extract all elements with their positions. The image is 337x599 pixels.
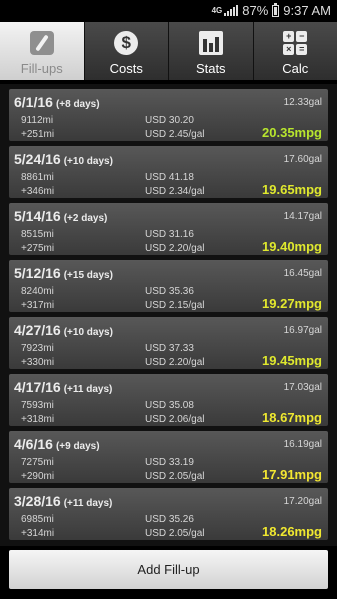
fillup-distance: +318mi [21,414,55,425]
tab-label: Stats [195,61,226,76]
tab-calc[interactable]: + − × = Calc [253,22,337,80]
fillup-odometer: 8240mi [21,286,54,297]
fillup-row[interactable]: 5/12/16 (+15 days) 16.45gal 8240mi +317mi… [9,260,328,312]
fillup-odometer: 6985mi [21,514,54,525]
fillup-odometer: 7275mi [21,457,54,468]
fillup-date: 5/12/16 [14,265,61,281]
battery-icon [272,2,280,17]
fillup-gallons: 17.20gal [283,496,322,507]
fillup-price-per-gallon: USD 2.05/gal [145,471,205,482]
fillup-odometer: 7593mi [21,400,54,411]
status-bar: 4G 87% 9:37 AM [0,0,337,22]
fillup-mpg: 19.65mpg [262,182,322,197]
fillup-cost: USD 30.20 [145,115,194,126]
fillup-date: 5/24/16 [14,151,61,167]
fillup-cost: USD 31.16 [145,229,194,240]
fillup-days-since: (+11 days) [63,498,113,509]
fillup-price-per-gallon: USD 2.34/gal [145,186,205,197]
fuel-pump-icon [29,31,54,55]
fillup-list[interactable]: 6/1/16 (+8 days) 12.33gal 9112mi +251mi U… [0,84,337,546]
fillup-days-since: (+10 days) [63,156,113,167]
fillup-days-since: (+15 days) [63,270,113,281]
fillup-cost: USD 33.19 [145,457,194,468]
fillup-odometer: 8861mi [21,172,54,183]
tab-label: Calc [282,61,309,76]
fillup-gallons: 16.97gal [283,325,322,336]
network-type: 4G [211,6,223,15]
fillup-gallons: 14.17gal [283,211,322,222]
fillup-price-per-gallon: USD 2.06/gal [145,414,205,425]
fillup-mpg: 20.35mpg [262,125,322,140]
fillup-days-since: (+11 days) [63,384,113,395]
fillup-mpg: 18.26mpg [262,524,322,539]
fillup-date: 4/17/16 [14,379,61,395]
fillup-distance: +317mi [21,300,55,311]
fillup-price-per-gallon: USD 2.45/gal [145,129,205,140]
fillup-row[interactable]: 6/1/16 (+8 days) 12.33gal 9112mi +251mi U… [9,89,328,141]
fillup-mpg: 17.91mpg [262,467,322,482]
tab-bar: Fill-ups $ Costs Stats + − × = Calc [0,22,337,80]
fillup-gallons: 16.19gal [283,439,322,450]
fillup-price-per-gallon: USD 2.15/gal [145,300,205,311]
fillup-odometer: 9112mi [21,115,54,126]
fillup-mpg: 19.40mpg [262,239,322,254]
fillup-odometer: 7923mi [21,343,54,354]
tab-label: Costs [109,61,143,76]
tab-label: Fill-ups [20,61,63,76]
calculator-icon: + − × = [283,31,308,55]
fillup-distance: +314mi [21,528,55,539]
tab-stats[interactable]: Stats [169,22,254,80]
fillup-gallons: 17.60gal [283,154,322,165]
fillup-cost: USD 35.36 [145,286,194,297]
bar-chart-icon [198,31,223,55]
fillup-mpg: 18.67mpg [262,410,322,425]
fillup-row[interactable]: 4/6/16 (+9 days) 16.19gal 7275mi +290mi U… [9,431,328,483]
fillup-distance: +251mi [21,129,55,140]
dollar-icon: $ [114,31,139,55]
fillup-odometer: 8515mi [21,229,54,240]
fillup-row[interactable]: 5/24/16 (+10 days) 17.60gal 8861mi +346mi… [9,146,328,198]
fillup-distance: +346mi [21,186,55,197]
fillup-date: 6/1/16 [14,94,53,110]
tab-fill-ups[interactable]: Fill-ups [0,22,85,80]
fillup-price-per-gallon: USD 2.20/gal [145,357,205,368]
fillup-gallons: 16.45gal [283,268,322,279]
fillup-price-per-gallon: USD 2.05/gal [145,528,205,539]
fillup-row[interactable]: 4/17/16 (+11 days) 17.03gal 7593mi +318mi… [9,374,328,426]
fillup-mpg: 19.45mpg [262,353,322,368]
fillup-distance: +330mi [21,357,55,368]
fillup-row[interactable]: 5/14/16 (+2 days) 14.17gal 8515mi +275mi … [9,203,328,255]
fillup-date: 4/27/16 [14,322,61,338]
fillup-row[interactable]: 3/28/16 (+11 days) 17.20gal 6985mi +314mi… [9,488,328,540]
fillup-gallons: 12.33gal [283,97,322,108]
fillup-cost: USD 35.26 [145,514,194,525]
tab-costs[interactable]: $ Costs [84,22,169,80]
fillup-cost: USD 37.33 [145,343,194,354]
fillup-gallons: 17.03gal [283,382,322,393]
fillup-mpg: 19.27mpg [262,296,322,311]
fillup-days-since: (+8 days) [55,99,100,110]
battery-percent: 87% [242,3,269,18]
fillup-distance: +290mi [21,471,55,482]
fillup-date: 4/6/16 [14,436,53,452]
fillup-distance: +275mi [21,243,55,254]
fillup-cost: USD 35.08 [145,400,194,411]
fillup-days-since: (+10 days) [63,327,113,338]
fillup-days-since: (+9 days) [55,441,100,452]
signal-icon [224,5,239,16]
fillup-price-per-gallon: USD 2.20/gal [145,243,205,254]
fillup-date: 3/28/16 [14,493,61,509]
add-fillup-button[interactable]: Add Fill-up [9,550,328,589]
fillup-cost: USD 41.18 [145,172,194,183]
fillup-days-since: (+2 days) [63,213,108,224]
fillup-row[interactable]: 4/27/16 (+10 days) 16.97gal 7923mi +330mi… [9,317,328,369]
fillup-date: 5/14/16 [14,208,61,224]
clock: 9:37 AM [283,3,331,18]
